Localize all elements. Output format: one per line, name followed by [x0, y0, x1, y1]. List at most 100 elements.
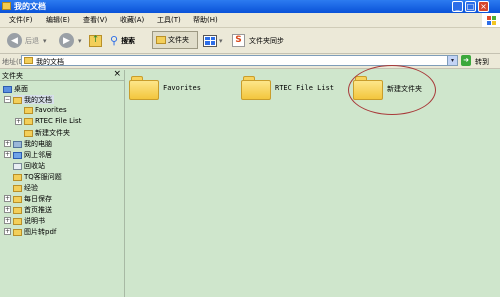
- folder-tree-pane: 文件夹 × 桌面 − 我的文档 Favorites + RTEC File Li…: [0, 69, 125, 297]
- folder-icon: [24, 117, 33, 125]
- search-button[interactable]: ⚲ 搜索: [110, 32, 135, 49]
- folders-icon: [156, 36, 166, 44]
- tree-label: 我的文档: [24, 96, 52, 104]
- folder-icon: [13, 217, 22, 225]
- tree-label: 经验: [24, 184, 38, 192]
- folder-icon: [13, 96, 22, 104]
- folder-sync-button[interactable]: S 文件夹同步: [232, 32, 284, 49]
- tree-item-rtec-file-list[interactable]: RTEC File List: [24, 117, 81, 126]
- pane-header: 文件夹 ×: [0, 69, 124, 81]
- folder-label: RTEC File List: [275, 84, 335, 92]
- folder-icon: [129, 76, 159, 100]
- folder-up-icon: ↑: [89, 34, 102, 47]
- folder-icon: [13, 206, 22, 214]
- recycle-bin-icon: [13, 162, 22, 170]
- tree-item-image-to-pdf[interactable]: 图片转pdf: [13, 227, 56, 236]
- window-title: 我的文档: [14, 2, 46, 11]
- menu-tools[interactable]: 工具(T): [157, 15, 181, 25]
- pane-title: 文件夹: [2, 72, 23, 80]
- expand-icon[interactable]: +: [4, 228, 11, 235]
- tree-label: RTEC File List: [35, 117, 82, 125]
- title-bar: 我的文档 _ □ ×: [0, 0, 500, 13]
- search-icon: ⚲: [110, 34, 119, 47]
- tree-label: 回收站: [24, 162, 45, 170]
- computer-icon: [13, 140, 22, 148]
- address-value: 我的文档: [36, 58, 64, 66]
- close-pane-icon[interactable]: ×: [113, 69, 121, 79]
- up-folder-button[interactable]: ↑: [89, 32, 102, 49]
- go-arrow-icon[interactable]: ➜: [461, 55, 471, 66]
- folder-icon: [241, 76, 271, 100]
- tree-item-experience[interactable]: 经验: [13, 183, 38, 192]
- tree-label: 桌面: [14, 85, 28, 93]
- chevron-down-icon: ▾: [219, 36, 223, 45]
- expand-icon[interactable]: +: [4, 151, 11, 158]
- views-button[interactable]: ▾: [203, 32, 223, 49]
- menu-help[interactable]: 帮助(H): [193, 15, 218, 25]
- tree-label: Favorites: [35, 106, 67, 114]
- address-bar: 地址(D) 我的文档 ▾ ➜ 转到: [0, 54, 500, 69]
- minimize-button[interactable]: _: [452, 1, 463, 12]
- folder-icon: [24, 106, 33, 114]
- chevron-down-icon[interactable]: ▾: [447, 56, 457, 65]
- menu-view[interactable]: 查看(V): [83, 15, 107, 25]
- search-label: 搜索: [121, 36, 136, 45]
- tree-label: 首页推送: [24, 206, 52, 214]
- tree-item-recycle-bin[interactable]: 回收站: [13, 161, 45, 170]
- back-arrow-icon: ◀: [7, 33, 22, 48]
- tree-item-tq[interactable]: TQ客服问题: [13, 172, 62, 181]
- menu-edit[interactable]: 编辑(E): [46, 15, 70, 25]
- folder-icon: [13, 228, 22, 236]
- expand-icon[interactable]: +: [4, 217, 11, 224]
- tree-item-manual[interactable]: 说明书: [13, 216, 45, 225]
- tree-label: 新建文件夹: [35, 129, 70, 137]
- tree-label: TQ客服问题: [24, 173, 62, 181]
- network-icon: [13, 151, 22, 159]
- tree-label: 说明书: [24, 217, 45, 225]
- back-button[interactable]: ◀ 后退 ▾: [7, 32, 47, 49]
- menu-favorites[interactable]: 收藏(A): [120, 15, 144, 25]
- tree-item-my-computer[interactable]: 我的电脑: [13, 139, 52, 148]
- tree-label: 网上邻居: [24, 151, 52, 159]
- go-button[interactable]: 转到: [475, 57, 489, 67]
- highlight-ellipse: [348, 65, 436, 115]
- desktop-icon: [3, 85, 12, 93]
- folder-icon: [13, 195, 22, 203]
- folder-label: Favorites: [163, 84, 201, 92]
- menu-bar: 文件(F) 编辑(E) 查看(V) 收藏(A) 工具(T) 帮助(H): [0, 13, 500, 28]
- views-icon: [203, 34, 217, 47]
- folder-icon: [13, 184, 22, 192]
- tree-item-daily-save[interactable]: 每日保存: [13, 194, 52, 203]
- tree-item-desktop[interactable]: 桌面: [3, 84, 28, 93]
- expand-icon[interactable]: +: [4, 206, 11, 213]
- chevron-down-icon: ▾: [43, 36, 47, 45]
- tree-item-network-places[interactable]: 网上邻居: [13, 150, 52, 159]
- chevron-down-icon: ▾: [78, 36, 82, 45]
- forward-button[interactable]: ▶ ▾: [59, 32, 82, 49]
- folders-label: 文件夹: [168, 36, 189, 44]
- folder-icon: [2, 2, 11, 10]
- tree-item-my-documents[interactable]: 我的文档: [13, 95, 54, 104]
- tree-item-homepage-push[interactable]: 首页推送: [13, 205, 52, 214]
- tree-label: 每日保存: [24, 195, 52, 203]
- back-label: 后退: [25, 36, 39, 45]
- expand-icon[interactable]: +: [15, 118, 22, 125]
- folder-icon: [24, 57, 33, 64]
- folder-icon: [24, 129, 33, 137]
- tree-label: 我的电脑: [24, 140, 52, 148]
- folders-button[interactable]: 文件夹: [152, 31, 198, 49]
- folder-icon: [13, 173, 22, 181]
- tree-item-new-folder[interactable]: 新建文件夹: [24, 128, 70, 137]
- tree-item-favorites[interactable]: Favorites: [24, 106, 67, 115]
- close-button[interactable]: ×: [478, 1, 489, 12]
- toolbar: ◀ 后退 ▾ ▶ ▾ ↑ ⚲ 搜索 文件夹 ▾ S 文件夹同步: [0, 28, 500, 54]
- expand-icon[interactable]: +: [4, 195, 11, 202]
- tree-label: 图片转pdf: [24, 228, 57, 236]
- maximize-button[interactable]: □: [465, 1, 476, 12]
- menu-file[interactable]: 文件(F): [9, 15, 33, 25]
- collapse-icon[interactable]: −: [4, 96, 11, 103]
- forward-arrow-icon: ▶: [59, 33, 74, 48]
- expand-icon[interactable]: +: [4, 140, 11, 147]
- windows-logo-icon: [482, 13, 500, 27]
- sync-icon: S: [232, 34, 245, 47]
